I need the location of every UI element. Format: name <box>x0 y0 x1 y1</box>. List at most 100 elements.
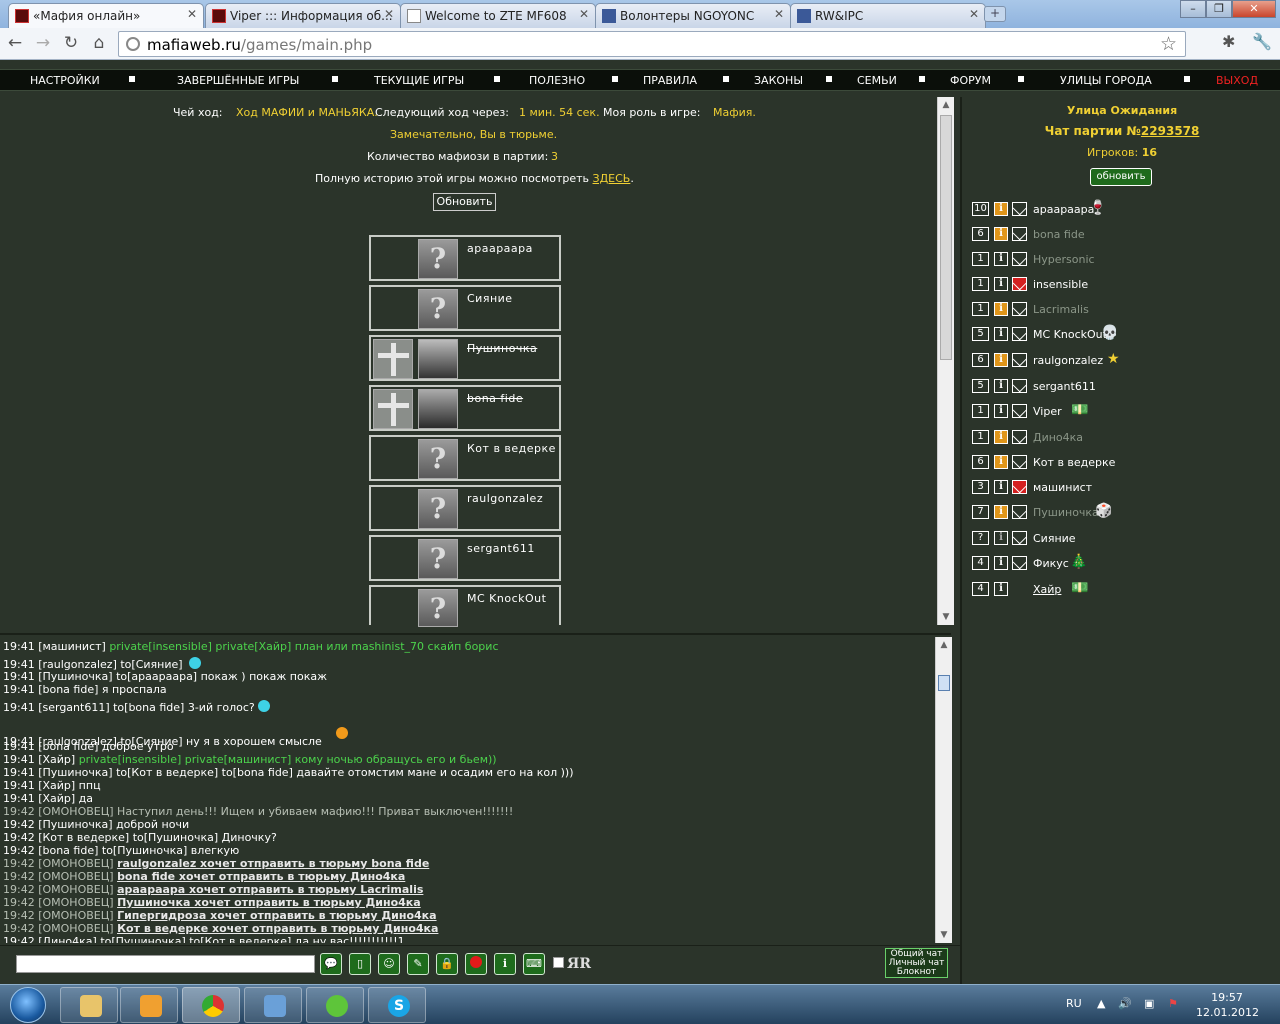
user-row[interactable]: 6 i bona fide <box>972 225 1272 243</box>
user-row[interactable]: 6 i raulgonzalez ★ <box>972 351 1272 369</box>
chat-mode-switch[interactable]: Общий чат Личный чат Блокнот <box>885 948 948 978</box>
close-tab-icon[interactable]: ✕ <box>187 7 197 21</box>
phone-icon[interactable]: ▯ <box>349 953 371 975</box>
user-name[interactable]: Пушиночка <box>1033 506 1099 519</box>
tab-zte[interactable]: Welcome to ZTE MF608 ✕ <box>400 3 596 28</box>
extension-icon[interactable]: ✱ <box>1222 32 1235 51</box>
close-window-icon[interactable]: ✕ <box>1232 0 1276 18</box>
user-name[interactable]: bona fide <box>1033 228 1085 241</box>
player-card[interactable]: ? Сияние <box>369 285 561 331</box>
user-name[interactable]: insensible <box>1033 278 1088 291</box>
taskbar-chrome[interactable] <box>182 987 240 1023</box>
taskbar-media-player[interactable] <box>120 987 178 1023</box>
user-row[interactable]: 1 i insensible <box>972 275 1272 293</box>
sidebar-refresh-button[interactable]: обновить <box>1090 168 1152 186</box>
player-card[interactable]: ? raulgonzalez <box>369 485 561 531</box>
lock-icon[interactable]: 🔒 <box>436 953 458 975</box>
mail-icon[interactable] <box>1012 353 1027 367</box>
wrench-icon[interactable]: 🔧 <box>1252 32 1272 51</box>
close-tab-icon[interactable]: ✕ <box>384 7 394 21</box>
close-tab-icon[interactable]: ✕ <box>579 7 589 21</box>
info-icon[interactable]: i <box>994 277 1008 291</box>
clock[interactable]: 19:57 12.01.2012 <box>1196 990 1259 1020</box>
maximize-icon[interactable]: ❐ <box>1206 0 1232 18</box>
menu-laws[interactable]: ЗАКОНЫ <box>754 74 803 87</box>
info-icon[interactable]: i <box>994 227 1008 241</box>
user-name[interactable]: MC KnockOut <box>1033 328 1107 341</box>
mail-icon[interactable] <box>1012 277 1027 291</box>
user-row[interactable]: 5 i sergant611 <box>972 377 1272 395</box>
tab-volunteers[interactable]: Волонтеры NGOYONC ✕ <box>595 3 791 28</box>
start-button[interactable] <box>10 987 46 1023</box>
scroll-up-icon[interactable]: ▲ <box>936 637 952 653</box>
info-icon[interactable]: i <box>994 505 1008 519</box>
new-tab-button[interactable]: + <box>984 6 1006 22</box>
info-icon[interactable]: i <box>994 582 1008 596</box>
mail-icon[interactable] <box>1012 531 1027 545</box>
user-row[interactable]: 7 i Пушиночка 🎲 <box>972 503 1272 521</box>
user-row[interactable]: 3 i машинист <box>972 478 1272 496</box>
user-row[interactable]: 1 i Дино4ка <box>972 428 1272 446</box>
close-tab-icon[interactable]: ✕ <box>969 7 979 21</box>
refresh-button[interactable]: Обновить <box>433 193 496 211</box>
menu-current-games[interactable]: ТЕКУЩИЕ ИГРЫ <box>374 74 464 87</box>
user-row[interactable]: 4 i Хайр 💵 <box>972 580 1272 598</box>
scroll-thumb[interactable] <box>938 675 950 691</box>
bookmark-star-icon[interactable]: ☆ <box>1160 33 1177 55</box>
user-row[interactable]: 6 i Кот в ведерке <box>972 453 1272 471</box>
record-icon[interactable] <box>465 953 487 975</box>
mail-icon[interactable] <box>1012 202 1027 216</box>
info-icon[interactable]: i <box>994 531 1008 545</box>
user-name[interactable]: raulgonzalez <box>1033 354 1103 367</box>
user-name[interactable]: Lacrimalis <box>1033 303 1089 316</box>
user-row[interactable]: 5 i MC KnockOut 💀 <box>972 325 1272 343</box>
info-icon[interactable]: i <box>994 480 1008 494</box>
keyboard-icon[interactable]: ⌨ <box>523 953 545 975</box>
info-icon[interactable]: i <box>994 455 1008 469</box>
info-icon[interactable]: i <box>994 327 1008 341</box>
network-icon[interactable]: ▣ <box>1144 997 1154 1010</box>
forward-icon[interactable]: → <box>32 33 54 53</box>
user-row[interactable]: 4 i Фикус 🎄 <box>972 554 1272 572</box>
info-icon[interactable]: i <box>994 556 1008 570</box>
user-name[interactable]: Viper <box>1033 405 1062 418</box>
player-card[interactable]: ? sergant611 <box>369 535 561 581</box>
user-name[interactable]: машинист <box>1033 481 1092 494</box>
menu-families[interactable]: СЕМЬИ <box>857 74 897 87</box>
taskbar-explorer[interactable] <box>60 987 118 1023</box>
mail-icon[interactable] <box>1012 252 1027 266</box>
history-link[interactable]: ЗДЕСЬ <box>593 172 631 185</box>
mail-icon[interactable] <box>1012 430 1027 444</box>
player-card[interactable]: ? арааpаара <box>369 235 561 281</box>
menu-exit[interactable]: ВЫХОД <box>1216 74 1258 87</box>
scroll-down-icon[interactable]: ▼ <box>936 927 952 943</box>
user-row[interactable]: 1 i Viper 💵 <box>972 402 1272 420</box>
user-row[interactable]: 10 i араарaара 🍷 <box>972 200 1272 218</box>
user-name[interactable]: араарaара <box>1033 203 1094 216</box>
menu-finished-games[interactable]: ЗАВЕРШЁННЫЕ ИГРЫ <box>177 74 299 87</box>
menu-rules[interactable]: ПРАВИЛА <box>643 74 697 87</box>
pencil-icon[interactable]: ✎ <box>407 953 429 975</box>
info-icon[interactable]: i <box>994 379 1008 393</box>
user-name[interactable]: Хайр <box>1033 583 1061 596</box>
tab-viper[interactable]: Viper ::: Информация об... ✕ <box>205 3 401 28</box>
tray-arrow-icon[interactable]: ▲ <box>1097 997 1105 1010</box>
info-icon[interactable]: i <box>994 353 1008 367</box>
close-tab-icon[interactable]: ✕ <box>774 7 784 21</box>
tab-rwipc[interactable]: RW&IPC ✕ <box>790 3 986 28</box>
reload-icon[interactable]: ↻ <box>60 33 82 53</box>
language-indicator[interactable]: RU <box>1066 997 1082 1010</box>
user-name[interactable]: Hypersonic <box>1033 253 1095 266</box>
user-row[interactable]: ? i Сияние <box>972 529 1272 547</box>
info-icon[interactable]: i <box>994 302 1008 316</box>
info-icon[interactable]: i <box>994 430 1008 444</box>
scroll-up-icon[interactable]: ▲ <box>938 97 954 113</box>
game-scrollbar[interactable]: ▲ ▼ <box>937 97 954 625</box>
mode-notes[interactable]: Блокнот <box>886 968 947 977</box>
user-name[interactable]: Сияние <box>1033 532 1076 545</box>
mail-icon[interactable] <box>1012 302 1027 316</box>
chat-scrollbar[interactable]: ▲ ▼ <box>935 637 952 943</box>
back-icon[interactable]: ← <box>4 33 26 53</box>
tab-mafia[interactable]: «Мафия онлайн» ✕ <box>8 3 204 28</box>
user-name[interactable]: Кот в ведерке <box>1033 456 1115 469</box>
